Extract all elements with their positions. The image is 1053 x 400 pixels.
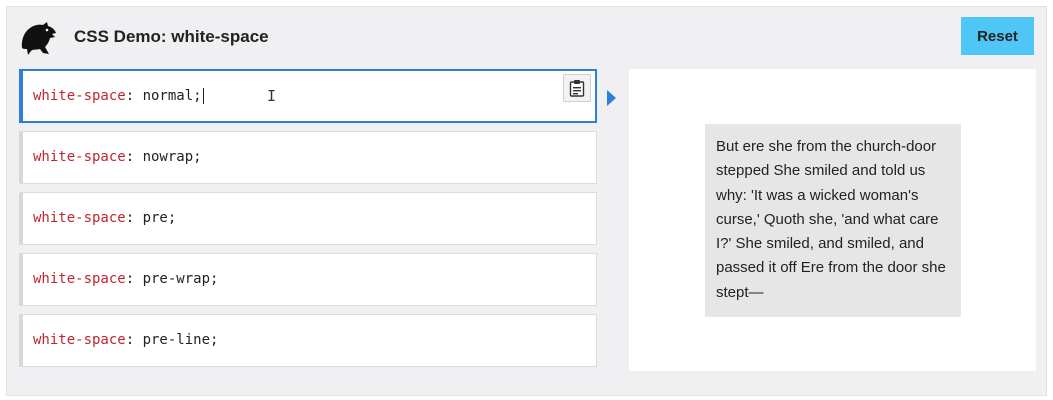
- choice-value: normal: [142, 88, 194, 104]
- choice-value: pre: [142, 210, 168, 226]
- choice-property: white-space: [33, 332, 126, 348]
- copy-button[interactable]: [563, 74, 591, 102]
- choice-property: white-space: [33, 271, 126, 287]
- choice-pre-line[interactable]: white-space: pre-line;: [19, 314, 597, 367]
- selected-arrow-icon: [607, 90, 616, 106]
- output-example-text: But ere she from the church-door stepped…: [705, 124, 961, 317]
- choice-property: white-space: [33, 149, 126, 165]
- choice-nowrap[interactable]: white-space: nowrap;: [19, 131, 597, 184]
- page-title: CSS Demo: white-space: [74, 27, 269, 46]
- choice-pre-wrap[interactable]: white-space: pre-wrap;: [19, 253, 597, 306]
- text-cursor-icon: I: [267, 87, 277, 105]
- choice-value: nowrap: [142, 149, 194, 165]
- output-panel: But ere she from the church-door stepped…: [629, 69, 1036, 371]
- choice-value: pre-line: [142, 332, 211, 348]
- choice-property: white-space: [33, 88, 126, 104]
- choice-value: pre-wrap: [142, 271, 211, 287]
- dinosaur-logo-icon: [19, 18, 59, 58]
- choice-normal[interactable]: white-space: normal; I: [19, 69, 597, 123]
- demo-frame: CSS Demo: white-space Reset white-space:…: [6, 6, 1047, 396]
- clipboard-icon: [569, 80, 585, 97]
- choice-list: white-space: normal; I white-space: nowr…: [19, 69, 597, 375]
- choice-pre[interactable]: white-space: pre;: [19, 192, 597, 245]
- header: CSS Demo: white-space Reset: [7, 7, 1046, 69]
- text-caret: [202, 88, 204, 104]
- reset-button[interactable]: Reset: [961, 17, 1034, 55]
- choice-property: white-space: [33, 210, 126, 226]
